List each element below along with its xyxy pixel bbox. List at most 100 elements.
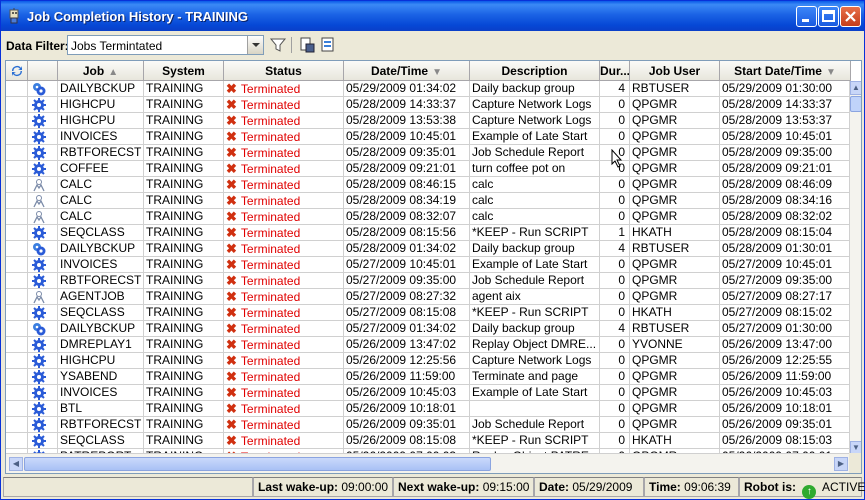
row-selector[interactable] xyxy=(6,433,28,449)
report-icon[interactable] xyxy=(319,36,337,54)
cell-description: Example of Late Start xyxy=(470,385,600,401)
table-body: DAILYBCKUP TRAINING ✖ Terminated 05/29/2009 … xyxy=(6,81,851,455)
refresh-button[interactable] xyxy=(6,61,28,81)
funnel-icon[interactable] xyxy=(269,36,287,54)
row-selector[interactable] xyxy=(6,257,28,273)
cell-job: DAILYBCKUP xyxy=(58,241,144,257)
row-selector[interactable] xyxy=(6,337,28,353)
table-row[interactable]: RBTFORECST TRAINING ✖ Terminated 05/28/2009 … xyxy=(6,145,851,161)
table-row[interactable]: BTL TRAINING ✖ Terminated 05/26/2009 10:18:0… xyxy=(6,401,851,417)
job-type-cell xyxy=(28,305,58,321)
table-row[interactable]: SEQCLASS TRAINING ✖ Terminated 05/26/2009 08… xyxy=(6,433,851,449)
column-header-label: Date/Time xyxy=(370,64,429,78)
table-row[interactable]: YSABEND TRAINING ✖ Terminated 05/26/2009 11:… xyxy=(6,369,851,385)
column-header-job[interactable]: Job ▲ xyxy=(58,61,144,81)
row-selector[interactable] xyxy=(6,289,28,305)
terminated-x-icon: ✖ xyxy=(226,385,237,400)
minimize-icon xyxy=(802,19,809,22)
row-selector[interactable] xyxy=(6,369,28,385)
sort-descending-icon: ▼ xyxy=(825,67,836,78)
cell-start: 05/28/2009 13:53:37 xyxy=(720,113,851,129)
table-row[interactable]: COFFEE TRAINING ✖ Terminated 05/28/2009 09:2… xyxy=(6,161,851,177)
row-selector[interactable] xyxy=(6,81,28,97)
row-selector[interactable] xyxy=(6,273,28,289)
column-header-status[interactable]: Status xyxy=(224,61,344,81)
table-row[interactable]: AGENTJOB TRAINING ✖ Terminated 05/27/2009 08… xyxy=(6,289,851,305)
cell-description: Job Schedule Report xyxy=(470,417,600,433)
close-button[interactable] xyxy=(840,6,861,27)
row-selector[interactable] xyxy=(6,97,28,113)
row-selector[interactable] xyxy=(6,321,28,337)
filter-dropdown-button[interactable] xyxy=(247,36,263,54)
horizontal-scroll-thumb[interactable] xyxy=(24,457,491,471)
scroll-left-button[interactable]: ◀ xyxy=(9,457,23,471)
row-selector[interactable] xyxy=(6,145,28,161)
table-row[interactable]: DAILYBCKUP TRAINING ✖ Terminated 05/28/2009 … xyxy=(6,241,851,257)
table-row[interactable]: CALC TRAINING ✖ Terminated 05/28/2009 08:46:… xyxy=(6,177,851,193)
row-selector[interactable] xyxy=(6,305,28,321)
table-row[interactable]: INVOICES TRAINING ✖ Terminated 05/28/2009 10… xyxy=(6,129,851,145)
maximize-button[interactable] xyxy=(818,6,839,27)
row-selector[interactable] xyxy=(6,417,28,433)
cell-datetime: 05/26/2009 10:45:03 xyxy=(344,385,470,401)
cell-duration: 0 xyxy=(600,369,630,385)
column-header-icon[interactable] xyxy=(28,61,58,81)
export-icon[interactable] xyxy=(298,36,316,54)
filter-selected-value: Jobs Termintated xyxy=(71,39,163,53)
row-selector[interactable] xyxy=(6,241,28,257)
cell-datetime: 05/27/2009 08:15:08 xyxy=(344,305,470,321)
column-header-user[interactable]: Job User xyxy=(630,61,720,81)
terminated-x-icon: ✖ xyxy=(226,305,237,320)
table-row[interactable]: INVOICES TRAINING ✖ Terminated 05/26/2009 10… xyxy=(6,385,851,401)
column-header-system[interactable]: System xyxy=(144,61,224,81)
scroll-up-button[interactable]: ▲ xyxy=(850,81,861,95)
table-row[interactable]: DMREPLAY1 TRAINING ✖ Terminated 05/26/2009 1… xyxy=(6,337,851,353)
title-bar[interactable]: Job Completion History - TRAINING xyxy=(1,1,864,31)
column-header-label: Job xyxy=(82,64,105,78)
table-row[interactable]: HIGHCPU TRAINING ✖ Terminated 05/26/2009 12:… xyxy=(6,353,851,369)
row-selector[interactable] xyxy=(6,225,28,241)
row-selector[interactable] xyxy=(6,161,28,177)
row-selector[interactable] xyxy=(6,193,28,209)
table-row[interactable]: DAILYBCKUP TRAINING ✖ Terminated 05/29/2009 … xyxy=(6,81,851,97)
next-wakeup-label: Next wake-up: xyxy=(398,480,480,494)
cell-user: QPGMR xyxy=(630,273,720,289)
scroll-right-button[interactable]: ▶ xyxy=(834,457,848,471)
column-header-duration[interactable]: Dur... xyxy=(600,61,630,81)
table-row[interactable]: SEQCLASS TRAINING ✖ Terminated 05/27/2009 08… xyxy=(6,305,851,321)
cell-datetime: 05/26/2009 13:47:02 xyxy=(344,337,470,353)
row-selector[interactable] xyxy=(6,209,28,225)
row-selector[interactable] xyxy=(6,177,28,193)
vertical-scroll-thumb[interactable] xyxy=(850,96,861,112)
table-row[interactable]: HIGHCPU TRAINING ✖ Terminated 05/28/2009 14:… xyxy=(6,97,851,113)
minimize-button[interactable] xyxy=(796,6,817,27)
horizontal-scrollbar[interactable]: ◀ ▶ xyxy=(6,453,851,473)
cell-description: Daily backup group xyxy=(470,241,600,257)
table-row[interactable]: CALC TRAINING ✖ Terminated 05/28/2009 08:34:… xyxy=(6,193,851,209)
cell-start: 05/28/2009 14:33:37 xyxy=(720,97,851,113)
cell-start: 05/27/2009 10:45:01 xyxy=(720,257,851,273)
column-header-datetime[interactable]: Date/Time ▼ xyxy=(344,61,470,81)
row-selector[interactable] xyxy=(6,401,28,417)
table-row[interactable]: RBTFORECST TRAINING ✖ Terminated 05/27/2009 … xyxy=(6,273,851,289)
table-row[interactable]: CALC TRAINING ✖ Terminated 05/28/2009 08:32:… xyxy=(6,209,851,225)
cell-start: 05/26/2009 08:15:03 xyxy=(720,433,851,449)
table-row[interactable]: HIGHCPU TRAINING ✖ Terminated 05/28/2009 13:… xyxy=(6,113,851,129)
filter-bar: Data Filter: Jobs Termintated xyxy=(1,32,864,58)
cell-status: ✖Terminated xyxy=(224,433,344,449)
table-row[interactable]: DAILYBCKUP TRAINING ✖ Terminated 05/27/2009 … xyxy=(6,321,851,337)
row-selector[interactable] xyxy=(6,113,28,129)
row-selector[interactable] xyxy=(6,129,28,145)
table-row[interactable]: RBTFORECST TRAINING ✖ Terminated 05/26/2009 … xyxy=(6,417,851,433)
table-row[interactable]: SEQCLASS TRAINING ✖ Terminated 05/28/2009 08… xyxy=(6,225,851,241)
data-filter-select[interactable]: Jobs Termintated xyxy=(67,35,264,55)
cell-start: 05/28/2009 01:30:01 xyxy=(720,241,851,257)
column-header-description[interactable]: Description xyxy=(470,61,600,81)
table-row[interactable]: INVOICES TRAINING ✖ Terminated 05/27/2009 10… xyxy=(6,257,851,273)
row-selector[interactable] xyxy=(6,385,28,401)
column-header-start[interactable]: Start Date/Time ▼ xyxy=(720,61,851,81)
row-selector[interactable] xyxy=(6,353,28,369)
vertical-scrollbar[interactable]: ▲ ▼ xyxy=(849,81,861,455)
cell-user: YVONNE xyxy=(630,337,720,353)
robot-status-value: ACTIVE xyxy=(822,480,865,494)
